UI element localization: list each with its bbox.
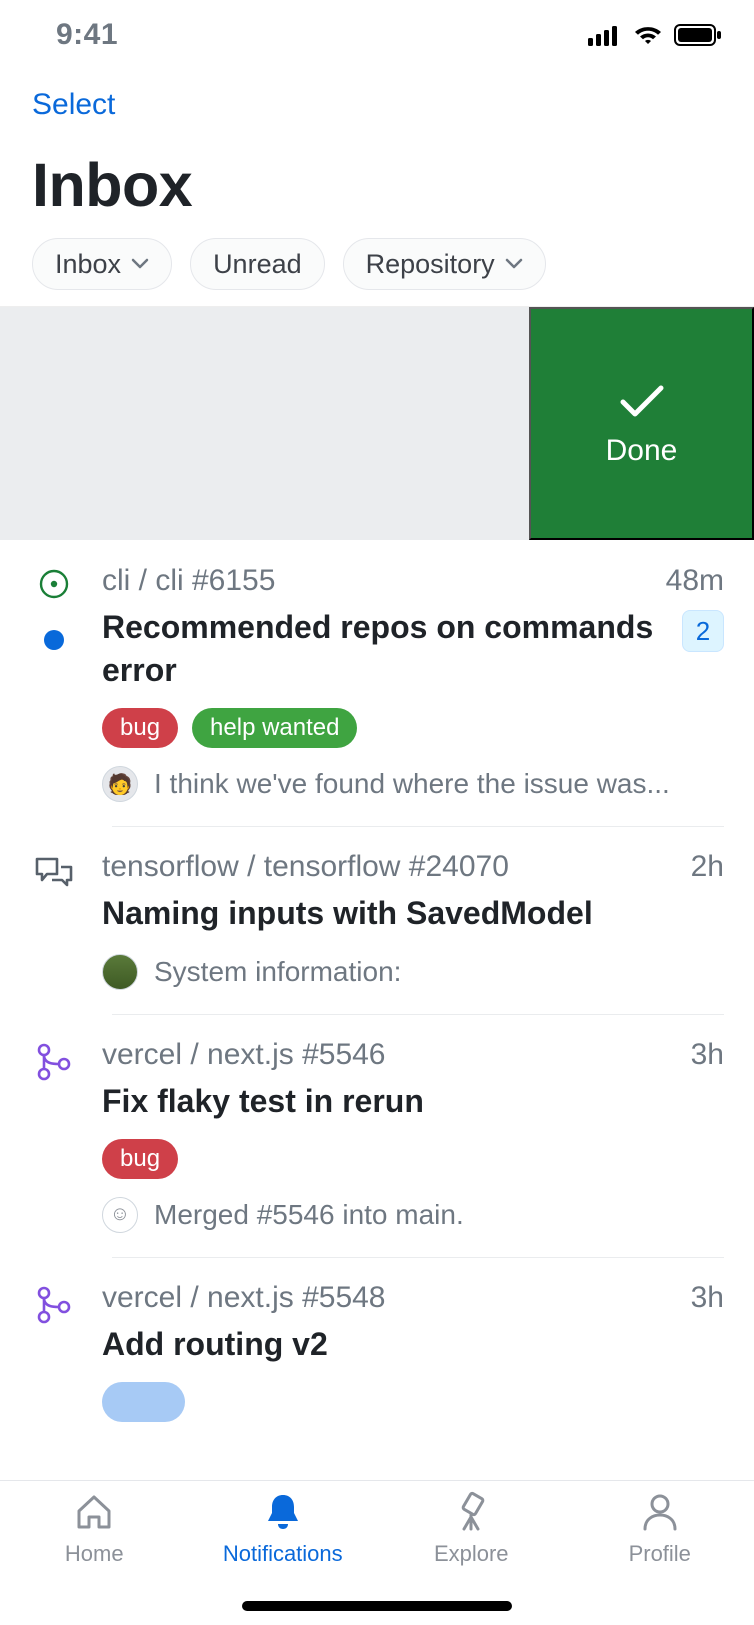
item-title: Add routing v2: [102, 1323, 328, 1366]
item-icon-column: [30, 850, 78, 989]
notification-item[interactable]: vercel / next.js #5548 3h Add routing v2: [0, 1257, 754, 1446]
label-help-wanted: help wanted: [192, 708, 357, 748]
tab-home-label: Home: [65, 1541, 124, 1567]
tab-home[interactable]: Home: [0, 1491, 189, 1625]
git-merge-icon: [36, 1042, 72, 1082]
item-icon-column: [30, 1038, 78, 1233]
person-icon: [639, 1491, 681, 1533]
discussion-icon: [34, 854, 74, 894]
home-icon: [73, 1491, 115, 1533]
item-time: 3h: [691, 1038, 724, 1072]
cellular-icon: [588, 24, 622, 46]
header: Select Inbox Inbox Unread Repository: [0, 70, 754, 306]
label-feature: [102, 1382, 185, 1422]
item-labels: bug help wanted: [102, 708, 724, 748]
item-labels: [102, 1382, 724, 1422]
item-repo: vercel / next.js #5546: [102, 1038, 386, 1072]
done-swipe-action[interactable]: Done: [529, 307, 754, 540]
chevron-down-icon: [131, 255, 149, 273]
item-time: 48m: [666, 564, 724, 598]
status-bar: 9:41: [0, 0, 754, 70]
select-button[interactable]: Select: [32, 88, 115, 122]
filter-unread-label: Unread: [213, 249, 302, 280]
issue-open-icon: [38, 568, 70, 600]
item-content: tensorflow / tensorflow #24070 2h Naming…: [102, 850, 724, 989]
notification-list: cli / cli #6155 48m Recommended repos on…: [0, 540, 754, 1446]
home-indicator: [242, 1601, 512, 1611]
item-icon-column: [30, 564, 78, 802]
tab-notifications-label: Notifications: [223, 1541, 343, 1567]
label-bug: bug: [102, 1139, 178, 1179]
telescope-icon: [450, 1491, 492, 1533]
label-bug: bug: [102, 708, 178, 748]
item-title: Fix flaky test in rerun: [102, 1080, 424, 1123]
avatar: 🧑: [102, 766, 138, 802]
notification-item[interactable]: cli / cli #6155 48m Recommended repos on…: [0, 540, 754, 826]
item-labels: bug: [102, 1139, 724, 1179]
unread-dot-icon: [44, 630, 64, 650]
item-content: vercel / next.js #5548 3h Add routing v2: [102, 1281, 724, 1422]
status-time: 9:41: [56, 18, 118, 52]
item-comment: ☺ Merged #5546 into main.: [102, 1197, 724, 1233]
wifi-icon: [632, 24, 664, 46]
status-icons: [588, 24, 722, 46]
swiped-content-placeholder[interactable]: [0, 307, 529, 540]
chevron-down-icon: [505, 255, 523, 273]
item-time: 3h: [691, 1281, 724, 1315]
item-content: vercel / next.js #5546 3h Fix flaky test…: [102, 1038, 724, 1233]
item-content: cli / cli #6155 48m Recommended repos on…: [102, 564, 724, 802]
filter-unread[interactable]: Unread: [190, 238, 325, 290]
filter-inbox[interactable]: Inbox: [32, 238, 172, 290]
checkmark-icon: [617, 380, 667, 420]
item-repo: cli / cli #6155: [102, 564, 275, 598]
filter-inbox-label: Inbox: [55, 249, 121, 280]
item-comment: System information:: [102, 954, 724, 990]
item-time: 2h: [691, 850, 724, 884]
count-badge: 2: [682, 610, 724, 652]
tab-profile-label: Profile: [629, 1541, 691, 1567]
tab-bar: Home Notifications Explore Profile: [0, 1480, 754, 1625]
done-label: Done: [606, 434, 678, 468]
item-title: Recommended repos on commands error: [102, 606, 670, 692]
item-comment-text: Merged #5546 into main.: [154, 1199, 464, 1231]
item-comment-text: System information:: [154, 956, 401, 988]
tab-explore-label: Explore: [434, 1541, 509, 1567]
avatar: ☺: [102, 1197, 138, 1233]
notification-item[interactable]: vercel / next.js #5546 3h Fix flaky test…: [0, 1014, 754, 1257]
filter-repository-label: Repository: [366, 249, 495, 280]
git-merge-icon: [36, 1285, 72, 1325]
item-comment: 🧑 I think we've found where the issue wa…: [102, 766, 724, 802]
tab-profile[interactable]: Profile: [566, 1491, 754, 1625]
avatar: [102, 954, 138, 990]
item-repo: vercel / next.js #5548: [102, 1281, 386, 1315]
battery-icon: [674, 24, 722, 46]
bell-icon: [262, 1491, 304, 1533]
filter-repository[interactable]: Repository: [343, 238, 546, 290]
item-repo: tensorflow / tensorflow #24070: [102, 850, 509, 884]
item-icon-column: [30, 1281, 78, 1422]
notification-item[interactable]: tensorflow / tensorflow #24070 2h Naming…: [0, 826, 754, 1013]
item-comment-text: I think we've found where the issue was.…: [154, 768, 670, 800]
item-title: Naming inputs with SavedModel: [102, 892, 593, 935]
page-title: Inbox: [32, 150, 722, 220]
swiped-notification-row: Done: [0, 306, 754, 540]
filter-chips: Inbox Unread Repository: [32, 238, 722, 290]
